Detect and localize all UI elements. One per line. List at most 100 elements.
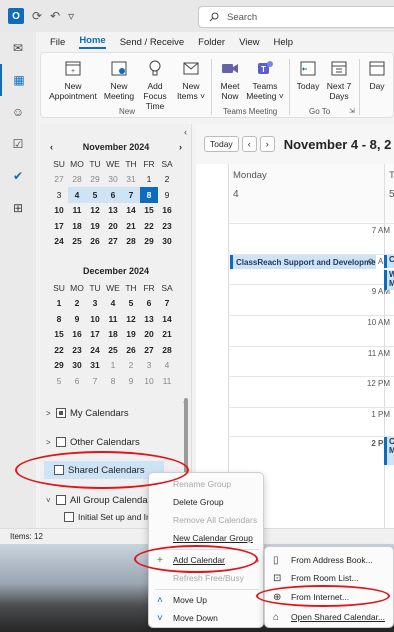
menu-item-delete-group[interactable]: Delete Group [149, 493, 265, 511]
menu-item-move-down[interactable]: ˅ Move Down [149, 609, 265, 627]
collapse-pane-icon[interactable]: ‹ [184, 127, 187, 137]
folder-my-calendars[interactable]: > My Calendars [46, 404, 129, 422]
checkbox-all-group[interactable] [56, 495, 66, 505]
menu-item-rename-group[interactable]: Rename Group [149, 475, 265, 493]
mini-calendar-day[interactable]: 30 [104, 172, 122, 188]
search-box[interactable]: Search [198, 6, 394, 28]
menu-item-refresh-free-busy[interactable]: Refresh Free/Busy [149, 569, 265, 587]
mini-calendar-day[interactable]: 15 [140, 203, 158, 219]
tab-view[interactable]: View [239, 37, 259, 48]
mini-calendar-day[interactable]: 31 [122, 172, 140, 188]
mini-calendar-day[interactable]: 27 [140, 342, 158, 358]
folder-other-calendars[interactable]: > Other Calendars [46, 433, 140, 451]
mini-prev-month-icon[interactable]: ‹ [50, 142, 53, 152]
mini-calendar-day[interactable]: 12 [122, 311, 140, 327]
mini-calendar-day[interactable]: 7 [86, 373, 104, 389]
mini-calendar-day[interactable]: 25 [68, 234, 86, 250]
mini-calendar-day[interactable]: 1 [140, 172, 158, 188]
meet-now-button[interactable]: Meet Now [215, 57, 245, 101]
mini-calendar-day[interactable]: 30 [68, 358, 86, 374]
tab-send-receive[interactable]: Send / Receive [120, 37, 184, 48]
mini-next-month-icon[interactable]: › [179, 142, 182, 152]
mini-calendar-day[interactable]: 8 [50, 311, 68, 327]
mini-calendar-day[interactable]: 9 [122, 373, 140, 389]
tab-file[interactable]: File [50, 37, 65, 48]
mini-calendar-day[interactable]: 5 [86, 187, 104, 203]
mini-calendar-day[interactable]: 4 [158, 358, 176, 374]
mini-calendar-day[interactable]: 20 [140, 327, 158, 343]
mini-calendar-day[interactable]: 8 [104, 373, 122, 389]
mini-calendar-day[interactable]: 1 [50, 296, 68, 312]
mini-calendar-day[interactable]: 2 [122, 358, 140, 374]
mini-calendar-day[interactable]: 29 [86, 172, 104, 188]
mini-calendar-day[interactable]: 11 [68, 203, 86, 219]
mini-calendar-day[interactable]: 21 [122, 218, 140, 234]
mini-calendar-day[interactable]: 27 [50, 172, 68, 188]
mini-calendar-day[interactable]: 13 [140, 311, 158, 327]
teams-meeting-button[interactable]: T Teams Meeting ˅ [245, 57, 285, 101]
mini-calendar-day[interactable]: 6 [104, 187, 122, 203]
submenu-item-from-room-list[interactable]: ⊡ From Room List... [265, 569, 394, 587]
mini-calendar-day[interactable]: 22 [50, 342, 68, 358]
calendar-item-initial-setup[interactable]: Initial Set up and Im [64, 508, 153, 526]
mini-calendar-day[interactable]: 5 [50, 373, 68, 389]
folder-shared-calendars[interactable]: Shared Calendars [44, 461, 164, 479]
mini-calendar-day[interactable]: 27 [104, 234, 122, 250]
mini-calendar-day[interactable]: 16 [158, 203, 176, 219]
mini-calendar-day[interactable]: 18 [104, 327, 122, 343]
day-header-tuesday[interactable]: Tu 5 [384, 164, 394, 222]
mini-calendar-day[interactable]: 29 [50, 358, 68, 374]
mini-calendar-day[interactable]: 9 [158, 187, 176, 203]
tab-help[interactable]: Help [274, 37, 294, 48]
mini-calendar-day[interactable]: 26 [86, 234, 104, 250]
mini-calendar-day[interactable]: 26 [122, 342, 140, 358]
mini-calendar-day[interactable]: 15 [50, 327, 68, 343]
checkbox-my-calendars[interactable] [56, 408, 66, 418]
previous-week-icon[interactable]: ‹ [241, 136, 257, 152]
mini-calendar-day[interactable]: 20 [104, 218, 122, 234]
sync-icon[interactable]: ⟳ [32, 9, 42, 23]
folder-all-group-calendars[interactable]: ˅ All Group Calenda [46, 491, 148, 509]
today-button[interactable]: Today [204, 136, 239, 152]
people-icon[interactable]: ☺ [0, 96, 36, 128]
calendar-event[interactable]: C M [384, 437, 394, 465]
mini-calendar-day[interactable]: 1 [104, 358, 122, 374]
mini-calendar-day[interactable]: 8 [140, 187, 158, 203]
mini-calendar-day[interactable]: 25 [104, 342, 122, 358]
mini-calendar-day[interactable]: 17 [50, 218, 68, 234]
mini-calendar-day[interactable]: 6 [140, 296, 158, 312]
mini-calendar-day[interactable]: 13 [104, 203, 122, 219]
mini-calendar-day[interactable]: 24 [50, 234, 68, 250]
mini-calendar-day[interactable]: 24 [86, 342, 104, 358]
mini-calendar-day[interactable]: 19 [86, 218, 104, 234]
mini-calendar-day[interactable]: 29 [140, 234, 158, 250]
mail-icon[interactable]: ✉ [0, 32, 36, 64]
mini-calendar-day[interactable]: 21 [158, 327, 176, 343]
mini-calendar-day[interactable]: 4 [68, 187, 86, 203]
mini-calendar-day[interactable]: 7 [158, 296, 176, 312]
mini-calendar-day[interactable]: 28 [122, 234, 140, 250]
mini-calendar-day[interactable]: 10 [140, 373, 158, 389]
mini-calendar-day[interactable]: 3 [50, 187, 68, 203]
day-view-button[interactable]: Day [363, 57, 391, 91]
mini-calendar-day[interactable]: 7 [122, 187, 140, 203]
mini-calendar-day[interactable]: 3 [86, 296, 104, 312]
next-week-icon[interactable]: › [259, 136, 275, 152]
mini-calendar-day[interactable]: 14 [158, 311, 176, 327]
calendar-event[interactable]: W M [384, 270, 394, 290]
calendar-event[interactable]: ClassReach Support and Developmen [230, 255, 376, 269]
mini-calendar-day[interactable]: 10 [50, 203, 68, 219]
mini-calendar-day[interactable]: 19 [122, 327, 140, 343]
mini-calendar-day[interactable]: 23 [68, 342, 86, 358]
tab-folder[interactable]: Folder [198, 37, 225, 48]
mini-calendar-day[interactable]: 11 [104, 311, 122, 327]
mini-calendar-day[interactable]: 11 [158, 373, 176, 389]
tab-home[interactable]: Home [79, 35, 106, 49]
tasks-icon[interactable]: ☑ [0, 128, 36, 160]
mini-calendar-day[interactable]: 18 [68, 218, 86, 234]
today-goto-button[interactable]: Today [293, 57, 323, 91]
checkbox-initial-setup[interactable] [64, 512, 74, 522]
mini-calendar-day[interactable]: 22 [140, 218, 158, 234]
menu-item-add-calendar[interactable]: + Add Calendar › [149, 551, 265, 569]
mini-calendar-day[interactable]: 14 [122, 203, 140, 219]
